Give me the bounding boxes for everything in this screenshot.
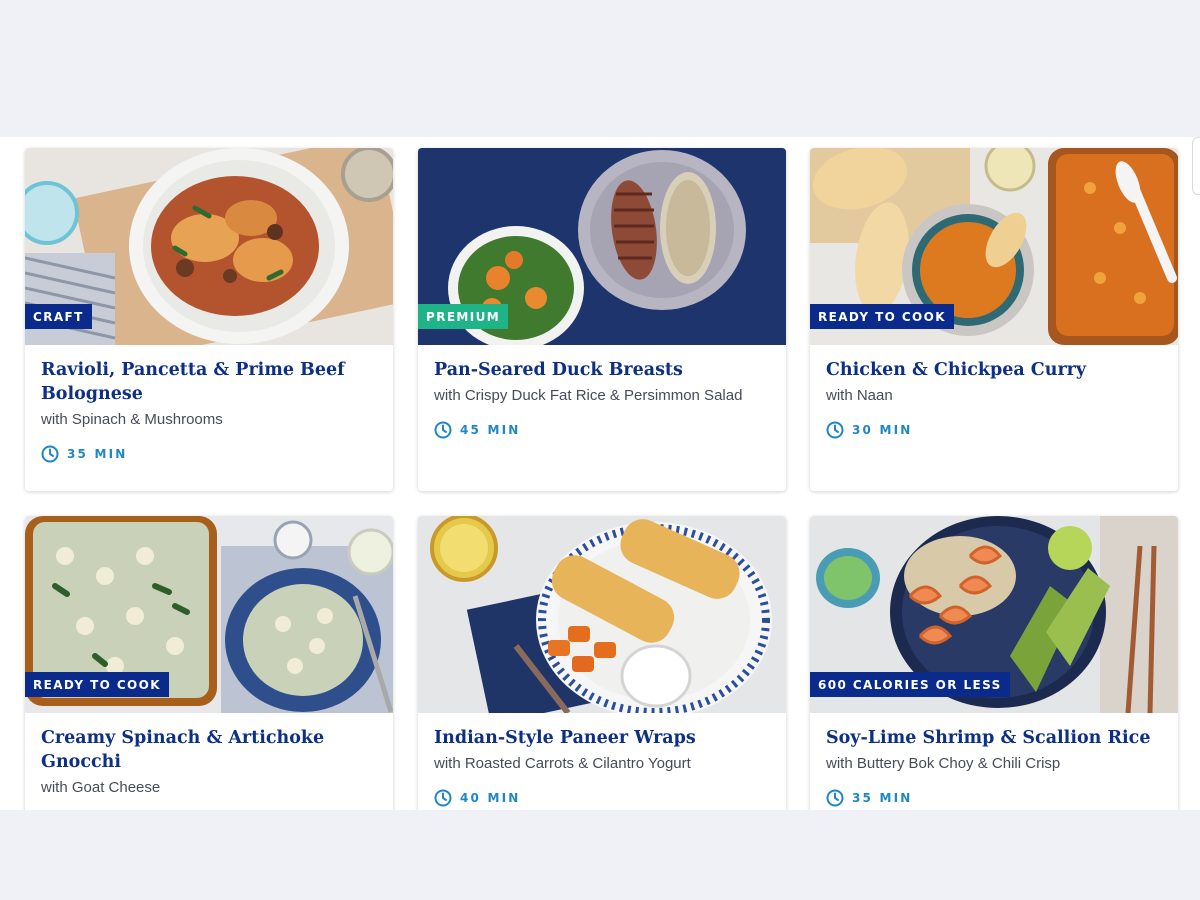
recipe-badge: READY TO COOK [25,672,169,697]
recipe-card-spinach-gnocchi[interactable]: READY TO COOK Creamy Spinach & Artichoke… [25,516,393,810]
recipe-title[interactable]: Chicken & Chickpea Curry [826,358,1162,382]
cook-time: 30 MIN [826,421,1162,439]
clock-icon [826,421,844,439]
cook-time: 45 MIN [434,421,770,439]
cook-time-label: 35 MIN [852,791,913,805]
recipe-photo[interactable]: READY TO COOK [25,516,393,713]
recipe-card-duck-breasts[interactable]: PREMIUM Pan-Seared Duck Breasts with Cri… [418,148,786,491]
recipe-card-paneer-wraps[interactable]: Indian-Style Paneer Wraps with Roasted C… [418,516,786,810]
recipe-photo[interactable]: PREMIUM [418,148,786,345]
cook-time-label: 35 MIN [67,447,128,461]
recipe-photo[interactable]: 600 CALORIES OR LESS [810,516,1178,713]
recipe-title[interactable]: Pan-Seared Duck Breasts [434,358,770,382]
cook-time: 35 MIN [826,789,1162,807]
recipe-badge: PREMIUM [418,304,509,329]
recipe-card-soy-lime-shrimp[interactable]: 600 CALORIES OR LESS Soy-Lime Shrimp & S… [810,516,1178,810]
recipe-subtitle: with Crispy Duck Fat Rice & Persimmon Sa… [434,387,743,404]
cook-time: 40 MIN [434,789,770,807]
recipe-title[interactable]: Indian-Style Paneer Wraps [434,726,770,750]
scroll-edge-tab[interactable] [1192,137,1200,195]
recipe-subtitle: with Roasted Carrots & Cilantro Yogurt [434,755,691,772]
recipe-subtitle: with Goat Cheese [41,779,161,796]
recipe-badge: CRAFT [25,304,92,329]
recipe-grid: CRAFT Ravioli, Pancetta & Prime Beef Bol… [0,137,1200,810]
recipe-subtitle: with Naan [826,387,893,404]
clock-icon [434,789,452,807]
recipe-photo[interactable] [418,516,786,713]
clock-icon [434,421,452,439]
recipe-title[interactable]: Soy-Lime Shrimp & Scallion Rice [826,726,1162,750]
recipe-title[interactable]: Ravioli, Pancetta & Prime Beef Bolognese [41,358,377,406]
recipe-photo[interactable]: READY TO COOK [810,148,1178,345]
recipe-badge: READY TO COOK [810,304,954,329]
recipe-badge: 600 CALORIES OR LESS [810,672,1010,697]
recipe-subtitle: with Spinach & Mushrooms [41,411,223,428]
clock-icon [826,789,844,807]
recipe-photo[interactable]: CRAFT [25,148,393,345]
recipe-title[interactable]: Creamy Spinach & Artichoke Gnocchi [41,726,377,774]
recipe-card-ravioli-bolognese[interactable]: CRAFT Ravioli, Pancetta & Prime Beef Bol… [25,148,393,491]
recipe-card-chickpea-curry[interactable]: READY TO COOK Chicken & Chickpea Curry w… [810,148,1178,491]
cook-time: 35 MIN [41,445,377,463]
cook-time-label: 45 MIN [460,423,521,437]
recipe-subtitle: with Buttery Bok Choy & Chili Crisp [826,755,1061,772]
clock-icon [41,445,59,463]
cook-time-label: 40 MIN [460,791,521,805]
cook-time-label: 30 MIN [852,423,913,437]
